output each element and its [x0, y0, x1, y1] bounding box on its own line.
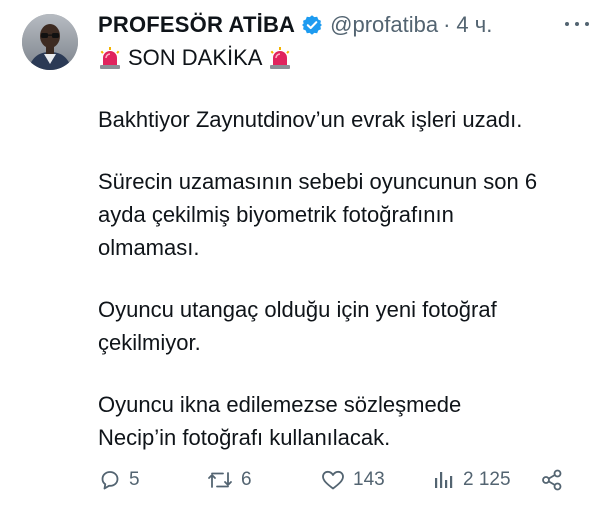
- tweet-text-line: Sürecin uzamasının sebebi oyuncunun son …: [98, 169, 538, 194]
- retweet-count: 6: [241, 469, 252, 490]
- tweet-text-line: Oyuncu ikna edilemezse sözleşmede: [98, 392, 462, 417]
- tweet-text-line: çekilmiyor.: [98, 330, 201, 355]
- views-chart-icon: [435, 472, 453, 488]
- timestamp[interactable]: 4 ч.: [456, 12, 492, 38]
- tweet-text-line: olmaması.: [98, 235, 200, 260]
- avatar-image: [22, 14, 78, 70]
- display-name[interactable]: PROFESÖR ATİBA: [98, 12, 295, 38]
- like-count: 143: [353, 469, 385, 490]
- tweet-text-line: ayda çekilmiş biyometrik fotoğrafının: [98, 202, 454, 227]
- police-siren-icon: [98, 46, 122, 70]
- like-button[interactable]: 143: [320, 464, 385, 496]
- reply-button[interactable]: 5: [98, 464, 140, 496]
- tweet-header: PROFESÖR ATİBA @profatiba · 4 ч.: [98, 11, 492, 39]
- avatar[interactable]: [22, 14, 78, 70]
- breaking-label-text: SON DAKİKA: [128, 45, 263, 70]
- tweet-text-line: Necip’in fotoğrafı kullanılacak.: [98, 425, 391, 450]
- breaking-news-label: SON DAKİKA: [98, 44, 292, 72]
- separator-dot: ·: [443, 12, 451, 37]
- tweet-action-bar: 5 6 143 2 125: [98, 464, 578, 496]
- more-options-icon[interactable]: [565, 16, 589, 32]
- tweet-text-line: Bakhtiyor Zaynutdinov’un evrak işleri uz…: [98, 107, 523, 132]
- retweet-button[interactable]: 6: [206, 464, 252, 496]
- reply-icon: [101, 471, 119, 490]
- retweet-icon: [208, 472, 232, 488]
- tweet-text-line: Oyuncu utangaç olduğu için yeni fotoğraf: [98, 297, 497, 322]
- verified-badge-icon: [301, 14, 323, 36]
- tweet-card[interactable]: PROFESÖR ATİBA @profatiba · 4 ч. SON DAK…: [0, 0, 604, 509]
- reply-count: 5: [129, 469, 140, 490]
- views-count: 2 125: [463, 469, 511, 490]
- police-siren-icon: [268, 46, 292, 70]
- heart-icon: [322, 470, 344, 490]
- user-handle[interactable]: @profatiba: [330, 12, 438, 38]
- views-button[interactable]: 2 125: [432, 464, 511, 496]
- share-button[interactable]: [540, 464, 564, 496]
- share-icon: [542, 469, 562, 491]
